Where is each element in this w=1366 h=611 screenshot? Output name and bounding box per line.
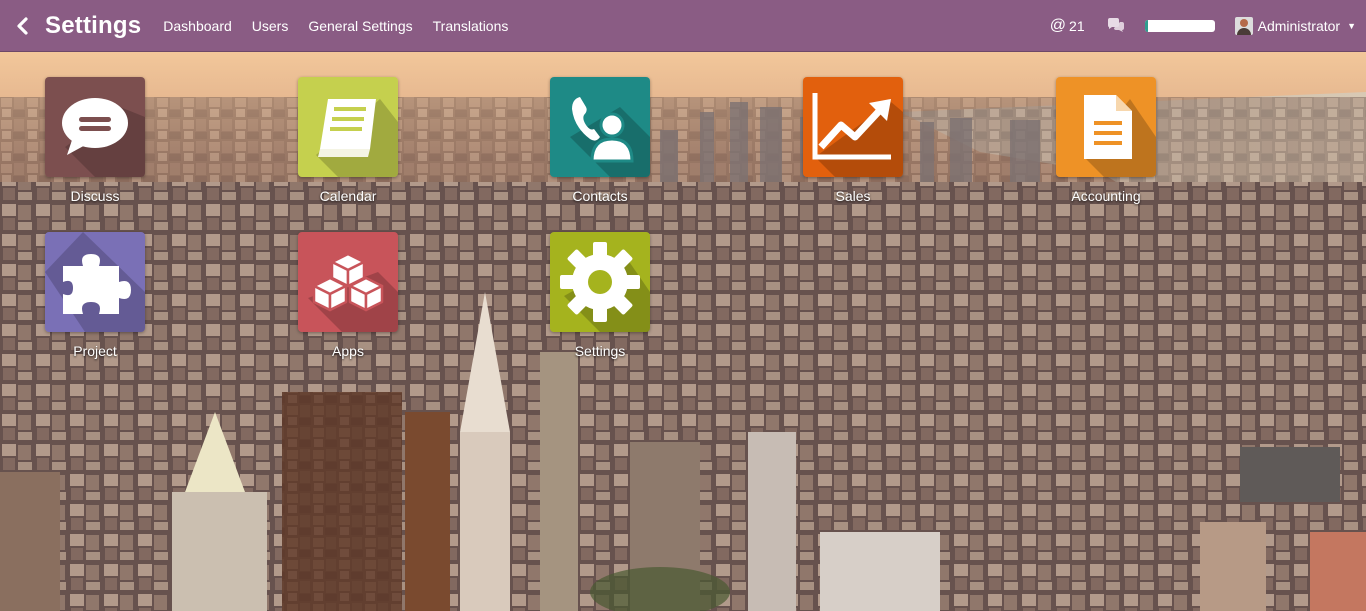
comments-icon: [1107, 18, 1124, 32]
app-label: Discuss: [70, 188, 120, 204]
app-label: Sales: [835, 188, 871, 204]
avatar: [1234, 16, 1253, 35]
mentions-button[interactable]: @ 21: [1050, 17, 1085, 35]
app-tile: [298, 232, 398, 332]
app-apps[interactable]: Apps: [268, 207, 428, 359]
user-menu[interactable]: Administrator ▼: [1234, 16, 1356, 35]
menu-item-users[interactable]: Users: [252, 18, 289, 34]
app-tile: [45, 77, 145, 177]
app-label: Project: [73, 343, 117, 359]
app-settings[interactable]: Settings: [520, 207, 680, 359]
app-label: Accounting: [1071, 188, 1141, 204]
app-label: Apps: [332, 343, 364, 359]
app-tile: [45, 232, 145, 332]
progress-bar: [1144, 19, 1215, 32]
app-tile: [298, 77, 398, 177]
gear-icon: [560, 242, 640, 322]
messages-button[interactable]: [1107, 18, 1125, 33]
main-menu: Dashboard Users General Settings Transla…: [163, 18, 508, 34]
caret-down-icon: ▼: [1347, 20, 1356, 31]
app-label: Contacts: [572, 188, 628, 204]
app-sales[interactable]: Sales: [773, 52, 933, 204]
app-contacts[interactable]: Contacts: [520, 52, 680, 204]
app-tile: [1056, 77, 1156, 177]
app-tile: [803, 77, 903, 177]
document-icon: [1084, 95, 1132, 159]
app-tile: [550, 77, 650, 177]
app-accounting[interactable]: Accounting: [1026, 52, 1186, 204]
app-tile: [550, 232, 650, 332]
back-button[interactable]: [2, 0, 42, 52]
at-icon: @: [1049, 16, 1067, 34]
progress-fill: [1144, 19, 1149, 32]
chevron-left-icon: [17, 16, 28, 35]
app-project[interactable]: Project: [15, 207, 175, 359]
app-label: Calendar: [319, 188, 377, 204]
mentions-count: 21: [1069, 17, 1085, 34]
menu-item-dashboard[interactable]: Dashboard: [163, 18, 232, 34]
menu-item-general-settings[interactable]: General Settings: [308, 18, 412, 34]
user-name: Administrator: [1257, 17, 1341, 34]
app-label: Settings: [574, 343, 626, 359]
top-navbar: Settings Dashboard Users General Setting…: [0, 0, 1366, 52]
menu-item-translations[interactable]: Translations: [433, 18, 509, 34]
app-calendar[interactable]: Calendar: [268, 52, 428, 204]
app-discuss[interactable]: Discuss: [15, 52, 175, 204]
page-title: Settings: [45, 11, 142, 39]
app-grid: Discuss Calendar Contacts Sales Accounti…: [0, 52, 1366, 611]
book-icon: [318, 99, 376, 157]
